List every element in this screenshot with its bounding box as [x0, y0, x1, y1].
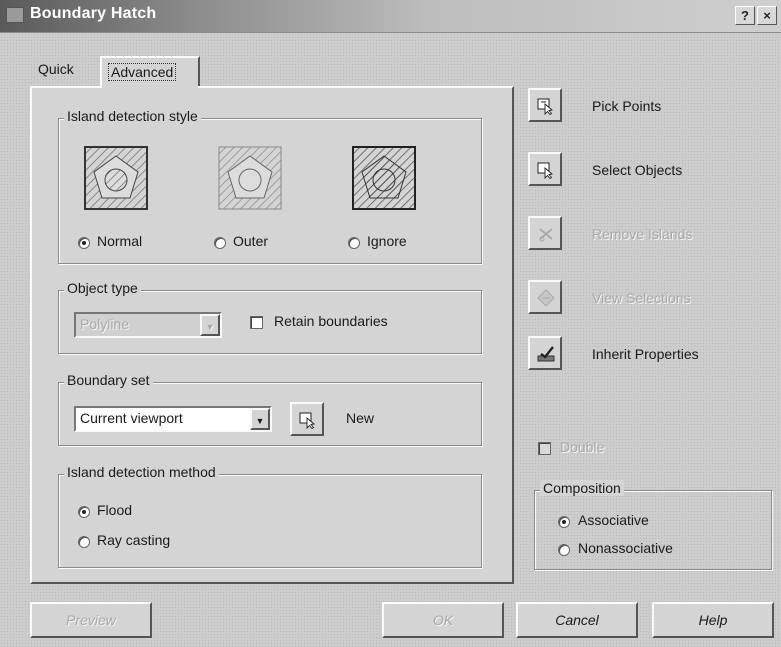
nonassociative-label[interactable]: Nonassociative [578, 540, 673, 556]
normal-label[interactable]: Normal [97, 233, 142, 249]
associative-radio[interactable] [558, 516, 570, 528]
pick-points-icon [537, 98, 554, 115]
normal-radio[interactable] [78, 237, 90, 249]
cancel-button[interactable]: Cancel [516, 602, 638, 638]
outer-style-icon [218, 146, 282, 210]
outer-label[interactable]: Outer [233, 233, 268, 249]
boundary-set-combo[interactable]: Current viewport ▼ [74, 406, 272, 432]
outer-radio[interactable] [214, 237, 226, 249]
new-boundary-set-button[interactable] [290, 402, 324, 436]
new-label: New [346, 410, 375, 426]
title-bar: Boundary Hatch ? × [0, 0, 781, 33]
tab-quick[interactable]: Quick [38, 61, 74, 77]
retain-boundaries-label[interactable]: Retain boundaries [274, 313, 388, 329]
ignore-label[interactable]: Ignore [367, 233, 407, 249]
island-method-label: Island detection method [64, 464, 219, 480]
view-selections-button[interactable] [528, 280, 562, 314]
inherit-properties-label[interactable]: Inherit Properties [592, 346, 699, 362]
select-objects-button[interactable] [528, 152, 562, 186]
boundary-set-label: Boundary set [64, 372, 153, 388]
nonassociative-radio[interactable] [558, 544, 570, 556]
flood-label[interactable]: Flood [97, 502, 132, 518]
app-icon [6, 7, 24, 23]
inherit-properties-icon [537, 346, 555, 362]
object-type-label: Object type [64, 280, 141, 296]
select-objects-label[interactable]: Select Objects [592, 162, 682, 178]
island-method-group [58, 474, 482, 568]
chevron-down-icon: ▼ [250, 408, 270, 430]
pick-points-button[interactable] [528, 88, 562, 122]
help-label: Help [698, 612, 728, 628]
composition-group [534, 490, 772, 570]
remove-islands-label: Remove Islands [592, 226, 693, 242]
ignore-style-icon [352, 146, 416, 210]
remove-islands-icon [539, 228, 553, 242]
chevron-down-icon: ▼ [200, 314, 220, 336]
remove-islands-button[interactable] [528, 216, 562, 250]
close-button[interactable]: × [757, 6, 777, 25]
view-selections-label: View Selections [592, 290, 691, 306]
view-selections-icon [537, 289, 555, 307]
island-style-label: Island detection style [64, 108, 201, 124]
retain-boundaries-checkbox[interactable] [250, 316, 263, 329]
normal-style-icon [84, 146, 148, 210]
object-type-combo[interactable]: Polyline ▼ [74, 312, 222, 338]
preview-label: Preview [66, 612, 116, 628]
boundary-set-value: Current viewport [80, 410, 183, 426]
select-cursor-icon [299, 412, 316, 429]
double-label: Double [560, 439, 605, 455]
help-title-button[interactable]: ? [735, 6, 755, 25]
cancel-label: Cancel [555, 612, 599, 628]
preview-button[interactable]: Preview [30, 602, 152, 638]
window-title: Boundary Hatch [30, 5, 157, 22]
associative-label[interactable]: Associative [578, 512, 649, 528]
ignore-radio[interactable] [348, 237, 360, 249]
inherit-properties-button[interactable] [528, 336, 562, 370]
ray-casting-label[interactable]: Ray casting [97, 532, 170, 548]
pick-points-label[interactable]: Pick Points [592, 98, 661, 114]
double-checkbox[interactable] [538, 442, 551, 455]
tab-advanced-label: Advanced [108, 63, 177, 81]
ok-button[interactable]: OK [382, 602, 504, 638]
ray-casting-radio[interactable] [78, 536, 90, 548]
flood-radio[interactable] [78, 506, 90, 518]
composition-label: Composition [540, 480, 624, 496]
object-type-value: Polyline [80, 316, 130, 332]
select-objects-icon [537, 162, 554, 179]
help-button[interactable]: Help [652, 602, 774, 638]
ok-label: OK [432, 612, 454, 628]
tab-advanced[interactable]: Advanced [100, 56, 200, 88]
